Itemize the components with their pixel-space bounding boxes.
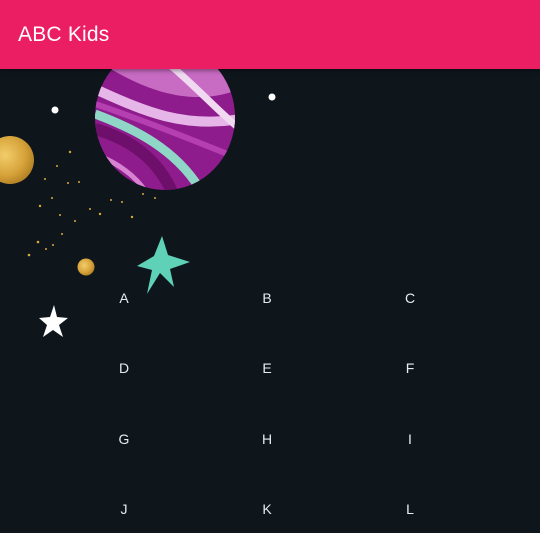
letter-button-c[interactable]: C	[370, 278, 450, 318]
letter-button-d[interactable]: D	[84, 348, 164, 388]
letter-button-b[interactable]: B	[227, 278, 307, 318]
app-bar: ABC Kids	[0, 0, 540, 69]
white-dot	[51, 106, 59, 114]
letter-button-k[interactable]: K	[227, 489, 307, 529]
letter-button-l[interactable]: L	[370, 489, 450, 529]
letter-button-j[interactable]: J	[84, 489, 164, 529]
letter-button-g[interactable]: G	[84, 419, 164, 459]
letter-grid: A B C D E F G H I J K L	[0, 270, 540, 533]
letter-button-a[interactable]: A	[84, 278, 164, 318]
app-screen: ABC Kids A B C D E F G H I J K L	[0, 0, 540, 533]
gold-planet	[0, 136, 34, 184]
letter-button-f[interactable]: F	[370, 348, 450, 388]
planet-image	[95, 69, 235, 190]
app-title: ABC Kids	[18, 22, 110, 46]
letter-button-h[interactable]: H	[227, 419, 307, 459]
letter-button-e[interactable]: E	[227, 348, 307, 388]
letter-button-i[interactable]: I	[370, 419, 450, 459]
white-dot	[268, 93, 276, 101]
